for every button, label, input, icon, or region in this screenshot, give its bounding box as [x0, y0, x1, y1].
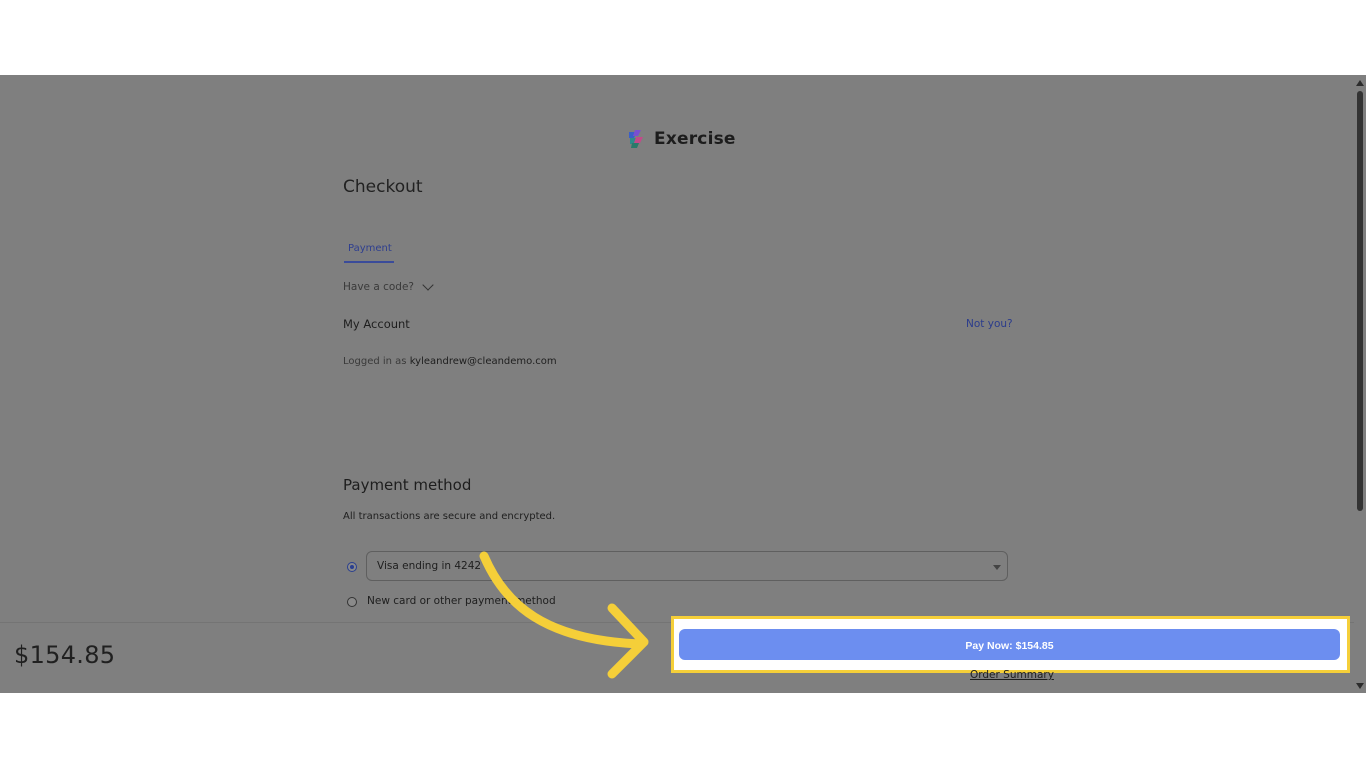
have-a-code-label: Have a code? [343, 281, 415, 293]
logged-in-prefix: Logged in as [343, 356, 407, 367]
new-card-radio[interactable] [347, 597, 357, 607]
scroll-down-icon[interactable] [1356, 683, 1364, 689]
saved-card-radio[interactable] [347, 562, 357, 572]
my-account-heading: My Account [343, 317, 410, 331]
order-total: $154.85 [14, 641, 116, 669]
dropdown-caret-icon [993, 565, 1001, 570]
pay-now-button[interactable]: Pay Now: $154.85 [679, 629, 1340, 660]
brand: Exercise [626, 129, 736, 149]
saved-card-value: Visa ending in 4242 [377, 560, 482, 572]
page-title: Checkout [343, 177, 423, 197]
payment-method-heading: Payment method [343, 476, 472, 494]
pay-now-label: Pay Now: $154.85 [965, 640, 1054, 652]
account-email: kyleandrew@cleandemo.com [409, 356, 557, 367]
logged-in-text: Logged in as kyleandrew@cleandemo.com [343, 356, 557, 367]
tab-payment[interactable]: Payment [344, 236, 394, 263]
pay-button-highlight: Pay Now: $154.85 [671, 616, 1350, 673]
stacked-layers-logo-icon [626, 129, 646, 149]
brand-name: Exercise [654, 129, 736, 149]
order-summary-link[interactable]: Order Summary [970, 669, 1054, 681]
scrollbar-thumb[interactable] [1357, 91, 1363, 511]
new-card-label[interactable]: New card or other payment method [367, 595, 556, 607]
saved-card-select[interactable]: Visa ending in 4242 [366, 551, 1008, 581]
scrollbar[interactable] [1354, 75, 1366, 693]
not-you-link[interactable]: Not you? [966, 318, 1013, 330]
tab-payment-label: Payment [348, 243, 392, 254]
checkout-viewport: Exercise Checkout Payment Have a code? M… [0, 75, 1366, 693]
have-a-code-toggle[interactable]: Have a code? [343, 279, 434, 293]
payment-method-subtitle: All transactions are secure and encrypte… [343, 511, 556, 522]
chevron-down-icon [422, 279, 434, 291]
scroll-up-icon[interactable] [1356, 80, 1364, 86]
